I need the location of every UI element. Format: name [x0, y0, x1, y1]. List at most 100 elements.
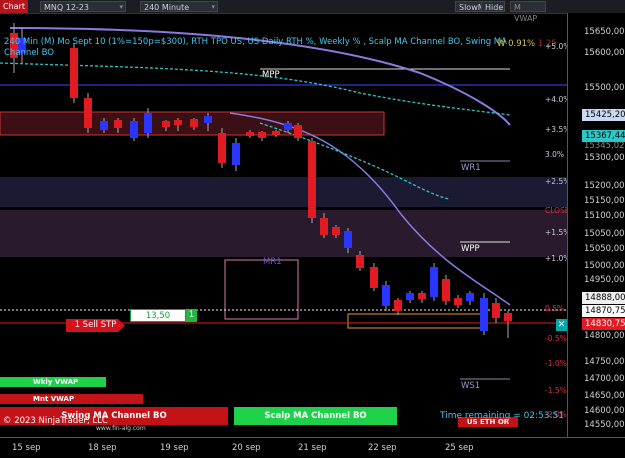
candle-body: [294, 125, 302, 138]
candle-body: [430, 267, 438, 297]
candle-body: [382, 285, 390, 306]
price-tick: 14550,00: [584, 420, 625, 430]
candle-body: [442, 279, 450, 301]
candle-body: [406, 293, 414, 300]
candle-body: [130, 121, 138, 138]
close-order-icon[interactable]: ✕: [556, 319, 567, 331]
candle-body: [454, 298, 462, 305]
date-tick: 25 sep: [445, 443, 474, 453]
price-tick: 15000,00: [584, 261, 625, 271]
candle-body: [308, 141, 316, 218]
candle-body: [70, 48, 78, 98]
m-vwap-button[interactable]: M VWAP: [510, 1, 546, 23]
current-price-tag: 14870,75: [582, 305, 625, 317]
pct-label: +5.0%: [545, 42, 567, 51]
price-axis[interactable]: 15650,00 15600,00 15500,00 15425,20 1536…: [567, 13, 625, 437]
date-tick: 21 sep: [298, 443, 327, 453]
price-tick: 14750,00: [584, 357, 625, 367]
candle-body: [232, 143, 240, 165]
candle-body: [100, 121, 108, 130]
price-tick: 15050,00: [584, 244, 625, 254]
candle-body: [162, 121, 170, 127]
candle-body: [504, 313, 512, 321]
date-tick: 19 sep: [160, 443, 189, 453]
order-price-tag: 14830,75: [582, 318, 625, 330]
date-tick: 15 sep: [12, 443, 41, 453]
price-tick: 15345,02: [584, 141, 625, 151]
candle-body: [492, 303, 500, 318]
chart-toolbar: Chart MNQ 12-23 240 Minute SlowMA Hide M…: [0, 0, 625, 23]
sell-stop-order-label[interactable]: 1 Sell STP: [66, 319, 125, 332]
wpp-label: WPP: [461, 244, 480, 254]
website-text: www.fin-alg.com: [96, 425, 146, 432]
candle-body: [84, 98, 92, 128]
hidden-price-tag: 14888,00: [582, 292, 625, 304]
hide-button[interactable]: Hide: [481, 1, 505, 12]
candle-body: [284, 123, 292, 130]
candle-body: [370, 267, 378, 288]
instrument-select[interactable]: MNQ 12-23: [40, 1, 126, 13]
value-zone-upper: [0, 177, 567, 207]
candle-body: [114, 120, 122, 128]
pct-label: +3.5%: [545, 125, 567, 134]
opening-range-box: [347, 313, 485, 329]
order-quantity-button[interactable]: 1: [186, 309, 197, 322]
chart-tab[interactable]: Chart: [0, 0, 28, 13]
pct-label: +2.5%: [545, 177, 567, 186]
pct-label: 0.5%: [545, 304, 565, 313]
candle-body: [332, 227, 340, 235]
candle-body: [174, 120, 182, 125]
chart-header-title-cont: Channel BO: [4, 48, 54, 58]
price-tick: 14950,00: [584, 275, 625, 285]
candle-body: [344, 231, 352, 248]
date-tick: 20 sep: [232, 443, 261, 453]
candle-body: [190, 119, 198, 127]
candle-body: [218, 133, 226, 163]
value-zone-middle: [0, 210, 567, 257]
pct-label: +4.0%: [545, 95, 567, 104]
price-tick: 15300,00: [584, 153, 625, 163]
mpp-label: MPP: [262, 70, 280, 80]
price-tick: 14650,00: [584, 391, 625, 401]
price-chart: [0, 23, 567, 380]
order-quantity-field[interactable]: 13,50: [130, 309, 186, 322]
price-tick: 15650,00: [584, 27, 625, 37]
candle-body: [204, 116, 212, 123]
ws1-label: WS1: [461, 381, 481, 391]
candle-body: [320, 218, 328, 235]
mr1-label: MR1: [263, 257, 282, 267]
candle-body: [394, 300, 402, 311]
chart-plot-area[interactable]: 240 Min (M) Mo Sept 10 (1%=150p=$300), R…: [0, 13, 567, 437]
time-axis[interactable]: 15 sep 18 sep 19 sep 20 sep 21 sep 22 se…: [0, 437, 625, 458]
copyright-text: © 2023 NinjaTrader, LLC: [3, 416, 108, 426]
price-tick: 15050,00: [584, 229, 625, 239]
wr1-label: WR1: [461, 163, 481, 173]
date-tick: 22 sep: [368, 443, 397, 453]
candle-body: [272, 131, 280, 135]
date-tick: 18 sep: [88, 443, 117, 453]
candle-body: [258, 132, 266, 138]
pct-label: -0.5%: [545, 334, 567, 343]
mnt-vwap-bar: Mnt VWAP: [0, 394, 143, 404]
interval-select[interactable]: 240 Minute: [140, 1, 218, 13]
time-remaining-text: Time remaining = 02:53:51: [440, 411, 565, 421]
price-tick: 15150,00: [584, 196, 625, 206]
pct-label: -1.5%: [545, 386, 567, 395]
candle-body: [246, 132, 254, 136]
candle-body: [356, 255, 364, 268]
price-tick: 15500,00: [584, 83, 625, 93]
wkly-vwap-bar: Wkly VWAP: [0, 377, 106, 387]
pct-label: +1.5%: [545, 228, 567, 237]
price-tick: 15600,00: [584, 48, 625, 58]
pct-label: -1.0%: [545, 359, 567, 368]
price-tick: 14600,00: [584, 406, 625, 416]
candle-body: [480, 298, 488, 331]
price-tick: 14700,00: [584, 374, 625, 384]
candle-body: [144, 113, 152, 133]
price-tick: 15100,00: [584, 211, 625, 221]
chart-header-title: 240 Min (M) Mo Sept 10 (1%=150p=$300), R…: [4, 37, 507, 47]
last-price-tag: 15425,20: [582, 109, 625, 121]
scalp-ma-channel-bar: Scalp MA Channel BO: [234, 407, 397, 425]
price-tick: 14800,00: [584, 331, 625, 341]
pct-label: 3.0%: [545, 150, 565, 159]
